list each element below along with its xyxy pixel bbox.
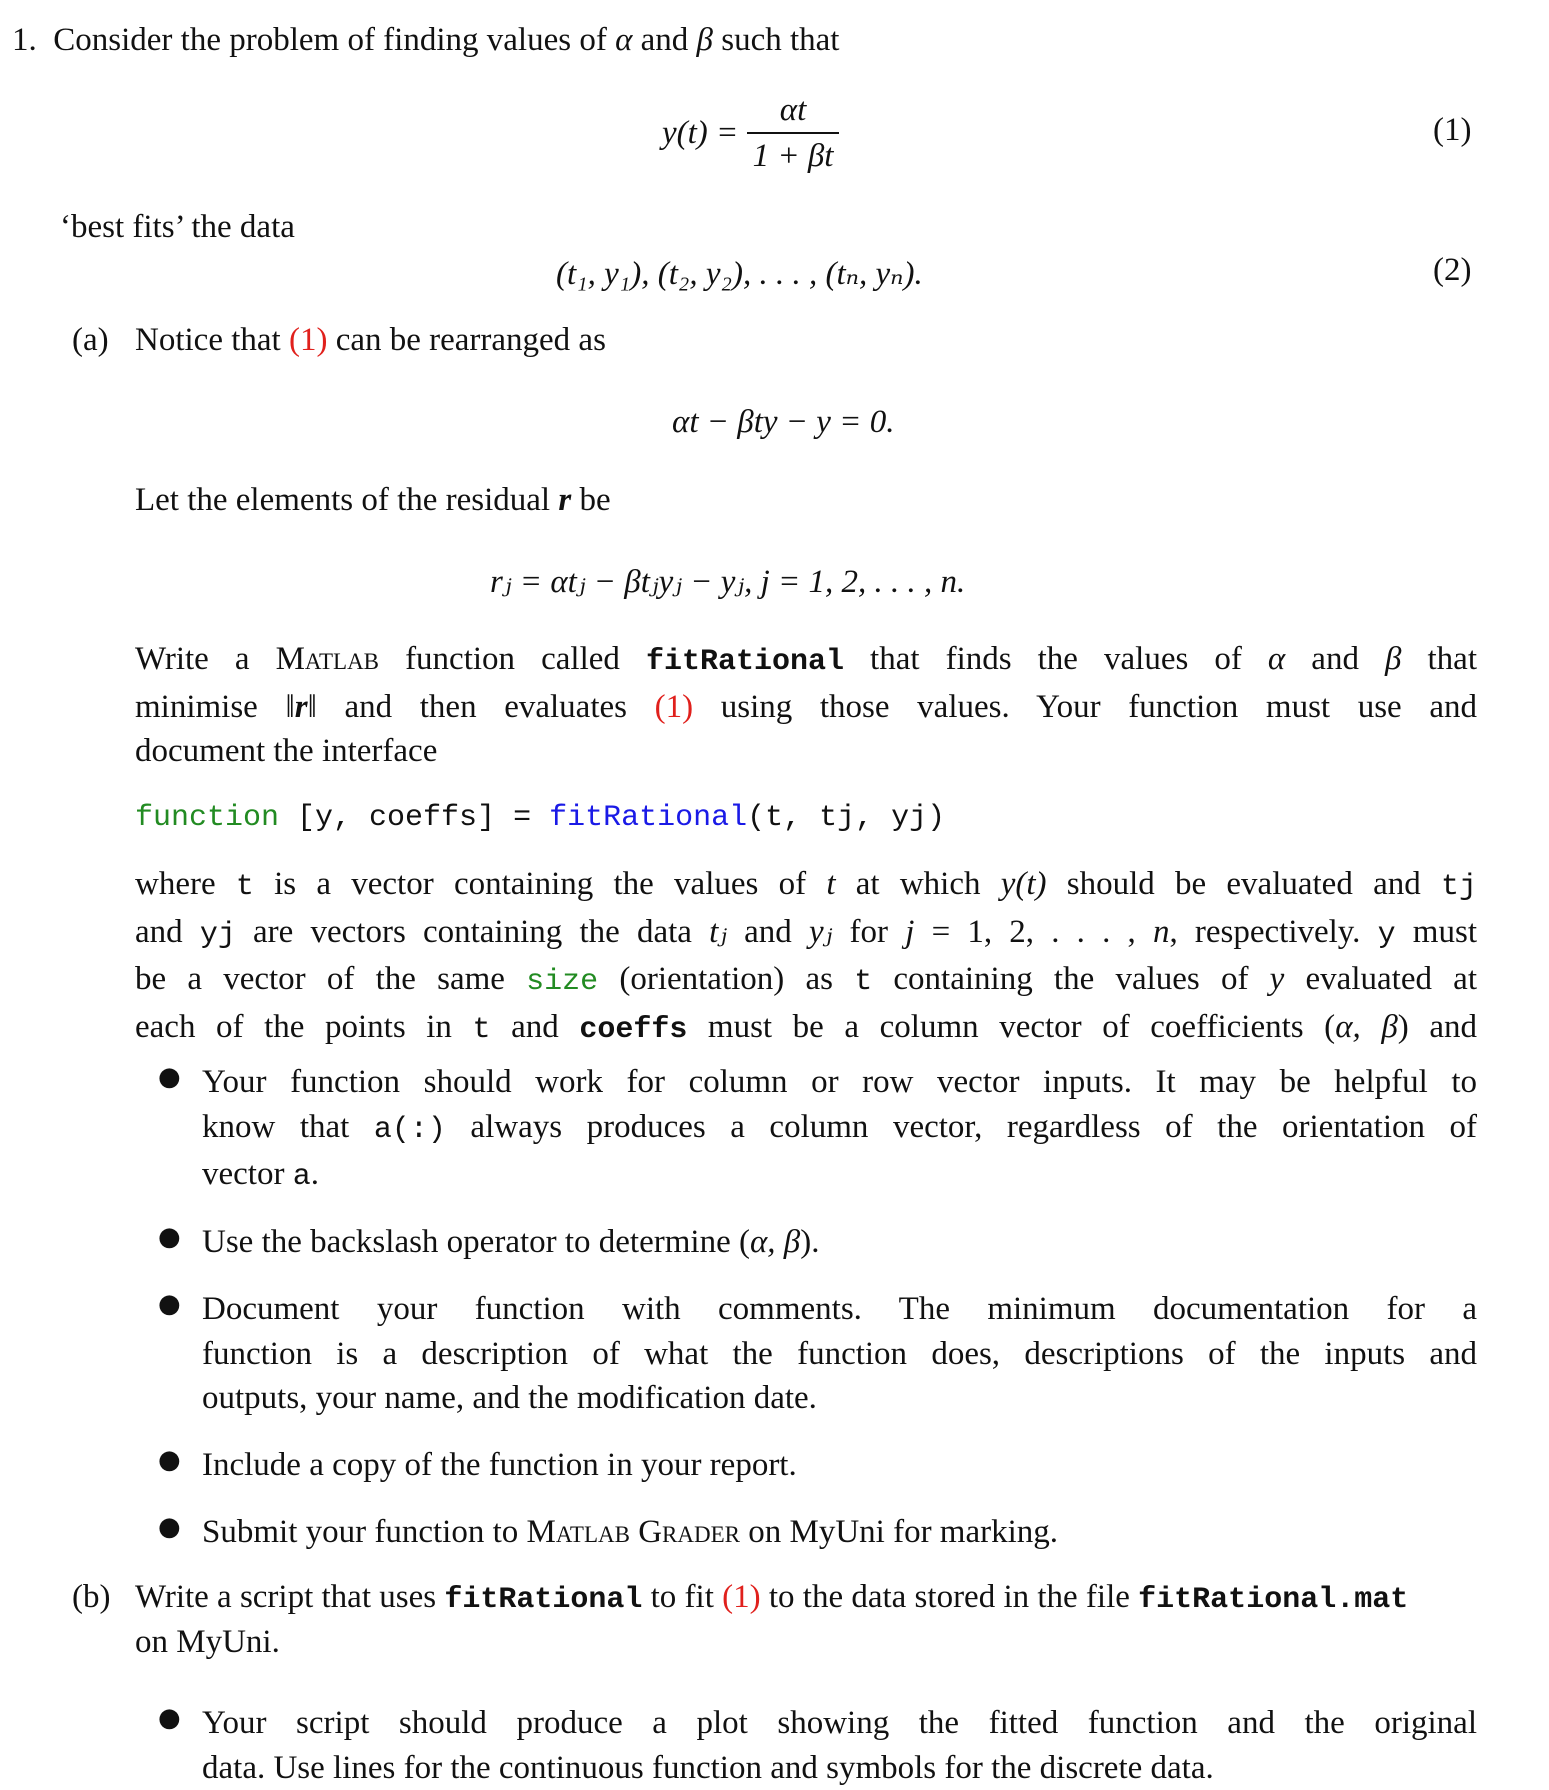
equation-reference-link[interactable]: (1)	[289, 322, 327, 358]
bullet-icon: ●	[158, 1703, 181, 1733]
bullet-icon: ●	[158, 1289, 181, 1319]
part-b-line-2: on MyUni.	[135, 1624, 280, 1660]
equation-reference-link[interactable]: (1)	[722, 1579, 760, 1615]
equation-2: (t₁, y₁), (t₂, y₂), . . . , (tₙ, yₙ).	[556, 256, 923, 292]
equation-1-label: (1)	[1433, 112, 1472, 148]
bullet-item: Document your function with comments. Th…	[202, 1291, 1477, 1416]
question-intro: 1. Consider the problem of finding value…	[12, 22, 840, 58]
part-a-notice: Notice that (1) can be rearranged as	[135, 322, 606, 358]
bullet-item: Use the backslash operator to determine …	[202, 1224, 820, 1260]
part-b-line-1: Write a script that uses fitRational to …	[135, 1579, 1409, 1617]
equation-reference-link[interactable]: (1)	[655, 689, 693, 725]
bullet-icon: ●	[158, 1445, 181, 1475]
code-filename: fitRational.mat	[1138, 1583, 1409, 1617]
bullet-item: Submit your function to Matlab Grader on…	[202, 1514, 1059, 1550]
bullet-item: Your function should work for column or …	[202, 1064, 1478, 1194]
write-function-paragraph: Write a Matlab function called fitRation…	[135, 641, 1477, 769]
code-size: size	[526, 965, 599, 999]
document-page: 1. Consider the problem of finding value…	[0, 0, 1549, 1786]
equation-2-label: (2)	[1433, 252, 1472, 288]
part-b-label: (b)	[72, 1579, 111, 1615]
function-signature: function [y, coeffs] = fitRational(t, tj…	[135, 801, 946, 835]
bullet-item: Include a copy of the function in your r…	[202, 1447, 797, 1483]
bullet-icon: ●	[158, 1222, 181, 1252]
keyword-function: function	[135, 801, 280, 835]
question-number: 1.	[12, 22, 37, 58]
where-paragraph: where t is a vector containing the value…	[135, 866, 1477, 1047]
rearranged-equation: αt − βty − y = 0.	[672, 404, 895, 440]
fraction-numerator: αt	[746, 88, 840, 134]
residual-equation: rⱼ = αtⱼ − βtⱼyⱼ − yⱼ, j = 1, 2, . . . ,…	[490, 564, 966, 600]
equation-1: y(t) = αt 1 + βt	[662, 88, 840, 178]
bullet-icon: ●	[158, 1512, 181, 1542]
best-fits-text: ‘best fits’ the data	[60, 209, 295, 245]
bullet-item: Your script should produce a plot showin…	[202, 1705, 1477, 1786]
code-fitrational: fitRational	[645, 645, 844, 679]
fraction: αt 1 + βt	[746, 88, 840, 178]
fraction-denominator: 1 + βt	[752, 138, 834, 174]
bullet-icon: ●	[158, 1062, 181, 1092]
part-a-label: (a)	[72, 322, 109, 358]
residual-intro: Let the elements of the residual r be	[135, 482, 611, 518]
function-name: fitRational	[549, 801, 748, 835]
